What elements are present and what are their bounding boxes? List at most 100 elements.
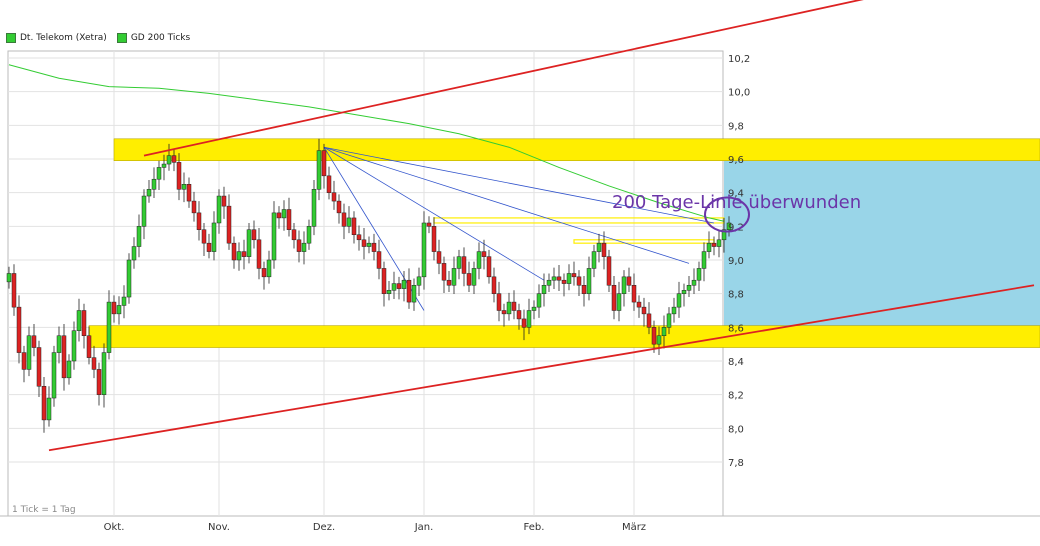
candle-body [171, 155, 177, 163]
candle-body [96, 369, 102, 395]
candle-body [681, 290, 687, 294]
candle-body [421, 222, 427, 278]
candle-body [646, 313, 652, 328]
candle-body [586, 268, 592, 294]
candle-body [231, 242, 237, 261]
candle-body [236, 251, 242, 261]
candle-body [556, 276, 562, 281]
candle-body [391, 283, 397, 291]
candle-body [186, 184, 192, 202]
candle-body [641, 306, 647, 315]
candle-body [71, 330, 77, 362]
candle-body [501, 310, 507, 315]
candle-body [286, 209, 292, 230]
y-tick-label: 8,2 [728, 391, 744, 402]
candle-body [161, 163, 167, 168]
candle-body [86, 335, 92, 358]
candle-body [401, 279, 407, 289]
candle-body [406, 279, 412, 303]
target-zone [724, 160, 1040, 326]
candle-body [396, 283, 402, 289]
candle-body [581, 285, 587, 294]
candle-body [541, 285, 547, 294]
candle-body [306, 226, 312, 244]
candle-body [196, 212, 202, 230]
candle-body [411, 285, 417, 303]
candle-body [51, 352, 57, 399]
candle-body [426, 222, 432, 227]
candle-body [451, 268, 457, 286]
candle-body [76, 310, 82, 331]
candle-body [21, 352, 27, 370]
candle-body [611, 285, 617, 311]
candle-body [216, 195, 222, 224]
candle-body [166, 155, 172, 165]
candle-body [121, 296, 127, 306]
candle-body [201, 229, 207, 244]
candle-body [516, 310, 522, 320]
candle-body [221, 195, 227, 207]
candle-body [671, 306, 677, 315]
candle-body [606, 256, 612, 286]
chart-canvas: 7,88,08,28,48,68,89,09,29,49,69,810,010,… [0, 0, 1040, 533]
candle-body [351, 217, 357, 236]
candle-body [146, 189, 152, 197]
candle-body [636, 301, 642, 308]
candle-body [66, 360, 72, 379]
y-tick-label: 7,8 [728, 458, 744, 469]
candle-body [696, 268, 702, 281]
candle-body [296, 239, 302, 252]
candle-body [56, 335, 62, 353]
candle-body [181, 184, 187, 190]
candle-body [526, 310, 532, 328]
candle-body [336, 200, 342, 214]
candle-body [111, 301, 117, 315]
candle-body [321, 150, 327, 177]
candle-body [701, 251, 707, 269]
candle-body [446, 279, 452, 286]
candle-body [241, 251, 247, 257]
y-tick-label: 9,0 [728, 256, 744, 267]
candle-body [596, 242, 602, 252]
candle-body [691, 279, 697, 286]
candle-body [271, 212, 277, 261]
candle-body [41, 386, 47, 421]
candle-body [326, 175, 332, 193]
candle-body [91, 357, 97, 370]
candle-body [651, 327, 657, 345]
candle-body [626, 276, 632, 286]
y-tick-label: 10,0 [728, 88, 750, 99]
y-tick-label: 8,8 [728, 290, 744, 301]
candle-body [461, 256, 467, 274]
candle-body [226, 205, 232, 244]
y-tick-label: 8,4 [728, 357, 744, 368]
candle-body [26, 335, 32, 370]
candle-body [506, 301, 512, 315]
candle-body [136, 226, 142, 247]
candle-body [151, 178, 157, 190]
candle-body [561, 279, 567, 284]
candle-body [251, 229, 257, 241]
candle-body [486, 256, 492, 278]
candle-body [416, 276, 422, 286]
candle-body [711, 242, 717, 247]
candle-body [346, 217, 352, 227]
candle-body [661, 327, 667, 337]
candle-body [276, 212, 282, 219]
candle-body [381, 268, 387, 294]
candle-body [566, 273, 572, 284]
y-tick-label: 9,8 [728, 121, 744, 132]
plot-area [7, 50, 724, 517]
candle-body [291, 229, 297, 241]
candle-body [301, 242, 307, 252]
candle-body [316, 150, 322, 190]
candle-body [631, 285, 637, 303]
candle-body [371, 242, 377, 252]
x-tick-label: Nov. [208, 522, 230, 533]
candle-body [341, 212, 347, 227]
candle-body [211, 222, 217, 252]
candle-body [616, 293, 622, 311]
candle-body [356, 234, 362, 241]
candle-body [491, 276, 497, 294]
candle-body [281, 209, 287, 219]
